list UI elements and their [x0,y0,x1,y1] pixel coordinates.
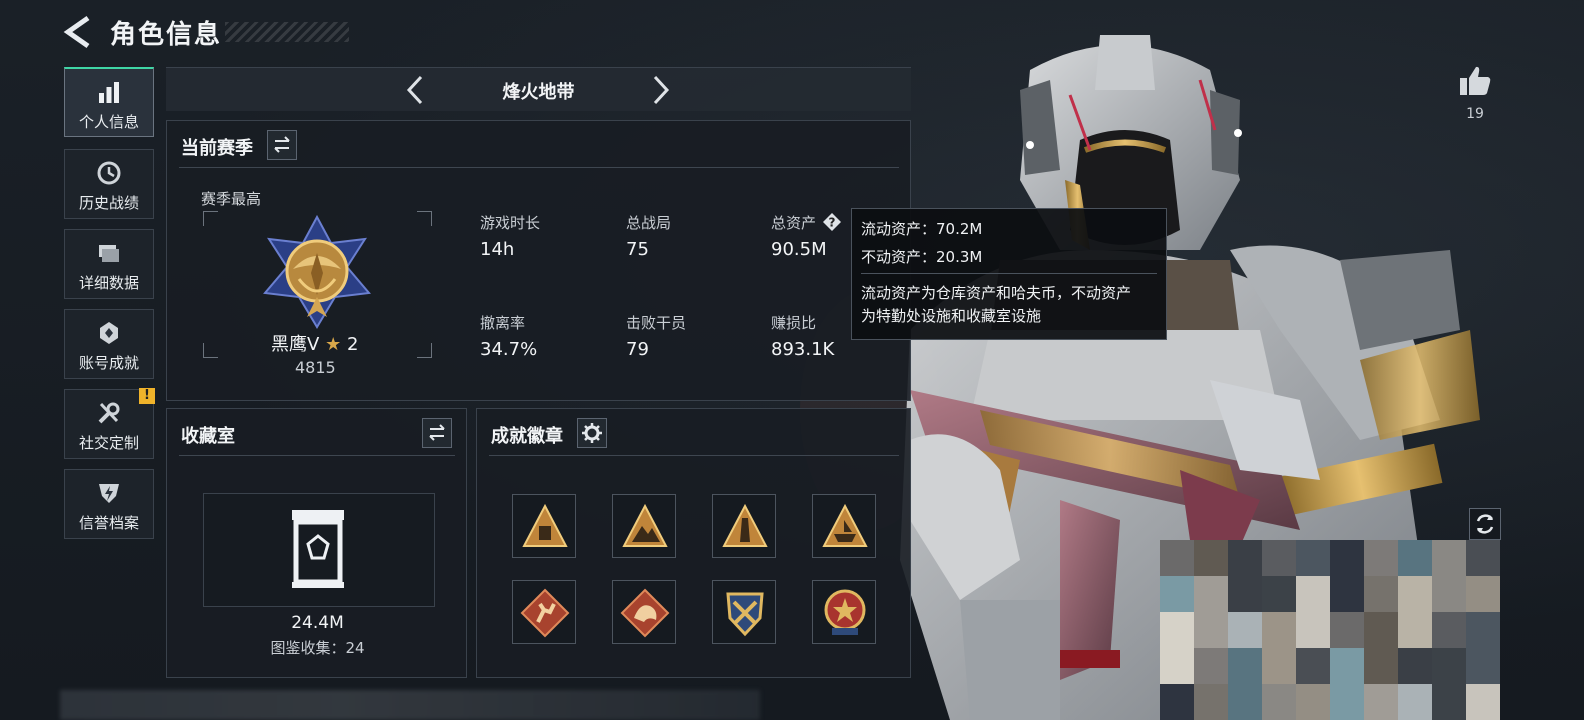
sidebar-item-label: 社交定制 [78,434,139,452]
refresh-icon [1476,514,1494,534]
stat-label-total-assets: 总资产 [771,214,817,232]
stat-label-playtime: 游戏时长 [480,214,541,232]
badge-triangle-mountain[interactable] [612,494,676,558]
title-decoration [225,22,349,42]
divider [179,455,455,456]
badge-diamond-dragon[interactable] [612,580,676,644]
page-title: 角色信息 [110,20,223,50]
sidebar-item-detailed-data[interactable]: 详细数据 [64,229,154,299]
mode-selector: 烽火地带 [166,67,911,111]
display-case-icon [292,510,344,588]
shield-lightning-icon [99,484,119,503]
rank-stars: 2 [346,334,359,355]
sidebar-item-label: 历史战绩 [78,194,139,212]
frame-corner [203,343,218,358]
pixelated-overlay [1160,540,1500,720]
svg-text:?: ? [829,216,836,230]
badge-diamond-runner[interactable] [512,580,576,644]
folder-icon [99,245,119,262]
badge-settings-button[interactable] [577,418,607,448]
frame-corner [203,211,218,226]
sidebar-item-achievements[interactable]: 账号成就 [64,309,154,379]
collection-panel: 收藏室 24.4M 图鉴收集：24 [166,408,467,678]
rank-medal-icon [263,214,371,329]
warning-badge: ! [139,388,155,404]
sidebar-item-label: 个人信息 [78,113,139,131]
sidebar-item-label: 信誉档案 [78,514,139,532]
stat-value-total-assets: 90.5M [771,239,827,260]
badges-title: 成就徽章 [491,426,563,447]
tooltip-liquid-assets: 流动资产：70.2M [861,220,983,238]
badge-triangle-ship[interactable] [812,494,876,558]
badge-triangle-tower[interactable] [712,494,776,558]
tooltip-description-1: 流动资产为仓库资产和哈夫币，不动资产 [861,284,1132,302]
collection-caption: 图鉴收集：24 [270,639,365,657]
rank-points: 4815 [295,358,336,377]
sidebar-item-social[interactable]: 社交定制 ! [64,388,155,459]
stat-label-extraction-rate: 撤离率 [480,314,526,332]
season-panel: 当前赛季 赛季最高 黑鹰V ★ 2 4815 游戏时长 14h 总战局 75 总… [166,120,911,401]
season-best-label: 赛季最高 [201,190,262,208]
blurred-overlay [60,690,760,720]
sidebar-item-reputation[interactable]: 信誉档案 [64,469,154,539]
star-icon: ★ [325,334,342,355]
chevron-right-icon[interactable] [650,74,672,106]
badge-triangle-emblem[interactable] [512,494,576,558]
stat-label-profit-ratio: 赚损比 [771,314,817,332]
swap-icon [274,136,290,153]
stat-value-total-matches: 75 [626,239,649,260]
tooltip-description-2: 为特勤处设施和收藏室设施 [861,307,1042,325]
stat-label-total-matches: 总战局 [626,214,672,232]
like-count: 19 [1466,106,1484,122]
collection-value: 24.4M [291,613,344,633]
tooltip-divider [861,273,1157,274]
swap-icon [429,424,445,441]
collection-preview[interactable] [203,493,435,607]
stat-value-playtime: 14h [480,239,515,260]
divider [489,455,899,456]
divider [179,167,899,168]
badge-shield-crossed[interactable] [712,580,776,644]
frame-corner [417,343,432,358]
assets-tooltip: 流动资产：70.2M 不动资产：20.3M 流动资产为仓库资产和哈夫币，不动资产… [851,208,1167,340]
frame-corner [417,211,432,226]
clock-icon [97,161,121,185]
mode-title: 烽火地带 [502,82,575,103]
rotate-character-button[interactable] [1469,508,1501,540]
bar-chart-icon [99,82,119,103]
switch-collection-button[interactable] [422,418,452,448]
back-icon[interactable] [62,14,96,50]
wrench-icon [98,402,120,424]
rank-name: 黑鹰V [271,334,320,355]
help-icon[interactable]: ? [822,212,842,232]
stat-value-extraction-rate: 34.7% [480,339,538,360]
gear-icon [582,423,602,443]
sidebar-item-history[interactable]: 历史战绩 [64,149,154,219]
stat-value-kills: 79 [626,339,649,360]
switch-season-button[interactable] [267,130,297,160]
tooltip-fixed-assets: 不动资产：20.3M [861,248,983,266]
badge-star-emblem[interactable] [812,580,876,644]
thumbs-up-icon[interactable] [1458,64,1492,98]
stat-value-profit-ratio: 893.1K [771,339,835,360]
sidebar-item-personal-info[interactable]: 个人信息 [64,67,154,137]
badges-panel: 成就徽章 [476,408,911,678]
collection-title: 收藏室 [181,426,235,447]
stat-label-kills: 击败干员 [626,314,687,332]
season-title: 当前赛季 [181,138,253,159]
sidebar-item-label: 详细数据 [78,274,139,292]
sidebar-item-label: 账号成就 [78,354,139,372]
achievement-icon [100,322,118,344]
rank-name-row: 黑鹰V ★ 2 [271,330,358,356]
